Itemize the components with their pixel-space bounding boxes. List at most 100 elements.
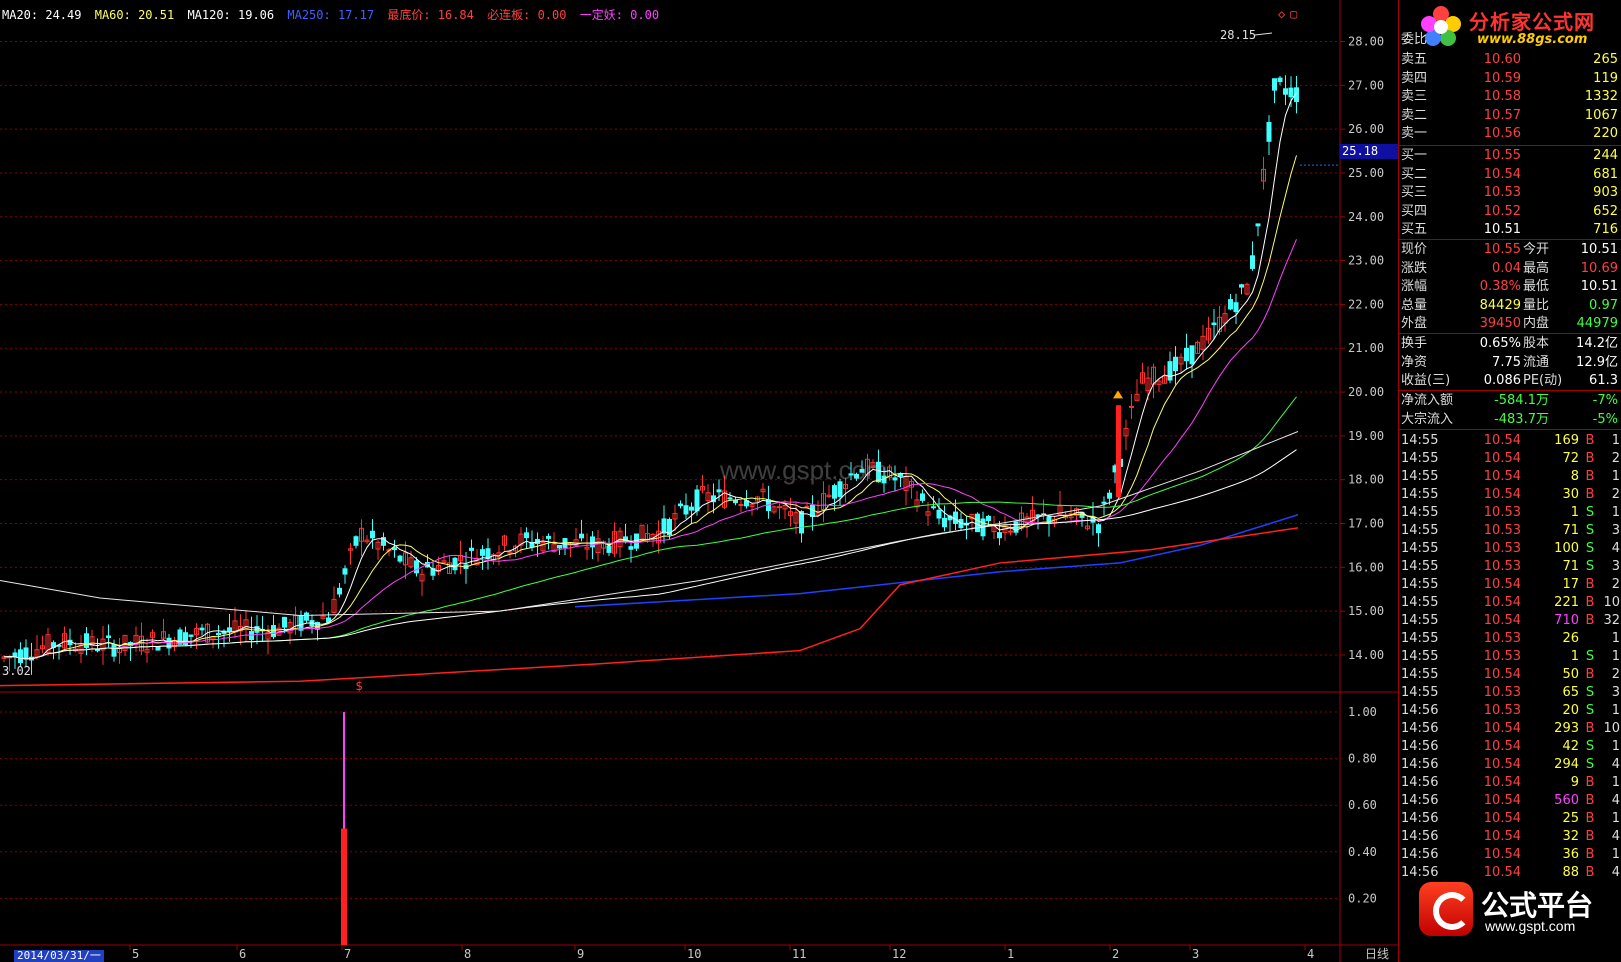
tick-row: 14:55 10.53 26 1 <box>1399 630 1621 648</box>
tick-volume: 17 <box>1562 577 1579 592</box>
floor-price-legend: 最底价: 16.84 <box>387 8 474 22</box>
candle-body <box>1250 255 1255 269</box>
tick-price: 10.53 <box>1483 523 1521 538</box>
candle-body <box>1277 77 1283 83</box>
date-axis-label: 7 <box>344 947 351 961</box>
quote-row: 现价 10.55 今开 10.51 <box>1399 240 1621 259</box>
tick-side: B <box>1585 793 1595 808</box>
candle-body <box>1129 405 1134 408</box>
tick-time: 14:56 <box>1401 829 1439 844</box>
tick-price: 10.53 <box>1483 541 1521 556</box>
kline-chart[interactable]: 28.0027.0026.0025.0024.0023.0022.0021.00… <box>0 0 1398 962</box>
tick-row: 14:55 10.53 1 S 1 <box>1399 504 1621 522</box>
tick-time: 14:55 <box>1401 523 1439 538</box>
tick-row: 14:55 10.54 30 B 2 <box>1399 486 1621 504</box>
period-label: 日线 <box>1365 947 1389 961</box>
tick-price: 10.54 <box>1483 775 1521 790</box>
price-axis-label: 15.00 <box>1348 604 1384 618</box>
tick-time: 14:55 <box>1401 649 1439 664</box>
tick-volume: 1 <box>1570 505 1579 520</box>
tick-price: 10.53 <box>1483 703 1521 718</box>
ma5-line <box>3 92 1297 660</box>
tick-price: 10.54 <box>1483 613 1521 628</box>
tick-side: B <box>1585 775 1595 790</box>
tick-price: 10.53 <box>1483 631 1521 646</box>
tick-count: 2 <box>1611 577 1620 592</box>
tick-count: 1 <box>1611 505 1620 520</box>
price-axis-label: 23.00 <box>1348 254 1384 268</box>
buy-level-label: 买二 <box>1401 166 1428 182</box>
date-axis-label: 1 <box>1007 947 1014 961</box>
candle-body <box>1096 524 1101 534</box>
quote-value: 39450 <box>1479 316 1521 331</box>
tick-volume: 710 <box>1554 613 1579 628</box>
candle-body <box>84 633 89 649</box>
tick-side: B <box>1585 433 1595 448</box>
gspt-url: www.gspt.com <box>1485 918 1576 934</box>
buy-level-price: 10.53 <box>1483 185 1521 200</box>
quote-label-2: 最高 <box>1523 260 1550 276</box>
date-cursor-label: 2014/03/31/一 <box>14 950 104 962</box>
sell-level-volume: 119 <box>1593 70 1618 86</box>
tick-time: 14:55 <box>1401 451 1439 466</box>
tick-time: 14:56 <box>1401 847 1439 862</box>
tick-time: 14:55 <box>1401 559 1439 574</box>
buy-level-label: 买四 <box>1401 203 1428 219</box>
tick-count: 4 <box>1611 757 1620 772</box>
candle-body <box>216 632 221 636</box>
quote-label-2: 最低 <box>1523 279 1550 294</box>
sell-level-volume: 265 <box>1593 52 1618 67</box>
quote-row: 涨幅 0.38% 最低 10.51 <box>1399 277 1621 296</box>
kline-chart-area[interactable]: 28.00 27.00 26.00 25.00 24.00 23.00 22.00 21.00… <box>0 0 1398 962</box>
tick-row: 14:55 10.54 17 B 2 <box>1399 576 1621 594</box>
candle-body <box>469 547 474 551</box>
buy-level-volume: 681 <box>1593 166 1618 182</box>
tick-time: 14:55 <box>1401 595 1439 610</box>
candle-body <box>804 505 810 508</box>
tick-row: 14:56 10.53 20 S 1 <box>1399 702 1621 720</box>
tick-side: B <box>1585 847 1595 862</box>
tick-volume: 20 <box>1562 703 1579 718</box>
candle-body <box>678 503 683 507</box>
tick-time: 14:56 <box>1401 721 1439 736</box>
tick-volume: 1 <box>1570 649 1579 664</box>
tick-volume: 25 <box>1562 811 1579 826</box>
date-axis-label: 4 <box>1307 947 1314 961</box>
tick-side: B <box>1585 829 1595 844</box>
tick-time: 14:56 <box>1401 775 1439 790</box>
indicator-spike-bar <box>341 828 347 945</box>
sell-level-label: 卖五 <box>1401 52 1428 67</box>
tick-price: 10.53 <box>1483 505 1521 520</box>
high-arrow <box>1254 32 1273 36</box>
price-axis-label: 26.00 <box>1348 122 1384 136</box>
tick-price: 10.54 <box>1483 847 1521 862</box>
quote-value-2: 0.97 <box>1589 297 1618 313</box>
sell-level-volume: 1067 <box>1584 107 1618 123</box>
flow-row: 净流入额 -584.1万 -7% <box>1399 391 1621 410</box>
sell-level-label: 卖三 <box>1401 89 1428 104</box>
buy-level-row: 买二 10.54 681 <box>1399 165 1621 184</box>
tick-side: B <box>1585 469 1595 484</box>
divider <box>1399 429 1621 430</box>
sell-level-volume: 220 <box>1593 126 1618 141</box>
tick-side: S <box>1585 649 1595 664</box>
candle-body <box>920 493 925 501</box>
candle-body <box>546 535 551 539</box>
low-price-label: 3.02 <box>2 664 31 678</box>
finance-row: 净资 7.75 流通 12.9亿 <box>1399 353 1621 372</box>
candle-body <box>606 545 612 553</box>
tick-volume: 26 <box>1562 631 1579 646</box>
indicator-axis-label: 0.20 <box>1348 891 1377 905</box>
tick-price: 10.54 <box>1483 793 1521 808</box>
tick-side: S <box>1585 685 1595 700</box>
date-axis-label: 10 <box>687 947 701 961</box>
tick-volume: 294 <box>1554 757 1579 772</box>
candle-body <box>975 513 980 533</box>
gspt-logo[interactable]: 公式平台 www.gspt.com <box>1415 878 1621 962</box>
flow-percent: -5% <box>1592 411 1618 427</box>
finance-value-2: 12.9亿 <box>1576 354 1618 370</box>
sell-level-price: 10.58 <box>1483 89 1521 104</box>
tick-count: 4 <box>1611 793 1620 808</box>
candle-body <box>832 485 837 499</box>
tick-side: S <box>1585 559 1595 574</box>
